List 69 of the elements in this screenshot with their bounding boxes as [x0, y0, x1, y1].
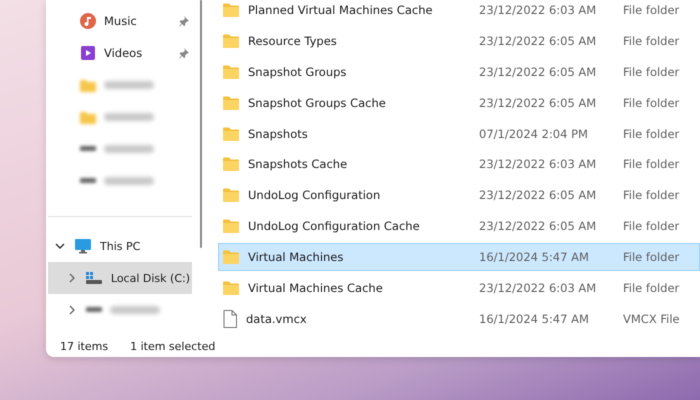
file-type: File folder: [623, 250, 680, 264]
blurred-text: [104, 145, 154, 153]
selected-row-highlight[interactable]: Local Disk (C:): [48, 262, 192, 294]
file-name[interactable]: Virtual Machines Cache: [248, 280, 383, 295]
folder-icon: [223, 219, 239, 234]
file-type: File folder: [623, 65, 680, 80]
folder-icon: [223, 34, 239, 48]
sidebar-item[interactable]: Videos: [104, 46, 170, 60]
date-modified: 23/12/2022 6:03 AM: [479, 280, 598, 295]
drive-icon: [86, 306, 102, 314]
folder-icon: [223, 157, 239, 172]
folder-icon: [223, 188, 239, 202]
item-count: 17 items: [60, 340, 108, 352]
date-modified: 07/1/2024 2:04 PM: [479, 126, 589, 141]
date-modified: 23/12/2022 6:05 AM: [479, 96, 598, 110]
folder-icon: [223, 65, 239, 80]
file-name[interactable]: Snapshot Groups Cache: [248, 96, 386, 110]
monitor-icon: [74, 238, 92, 254]
scrollbar-thumb[interactable]: [200, 0, 202, 248]
folder-icon: [223, 3, 239, 18]
date-modified: 16/1/2024 5:47 AM: [479, 250, 590, 264]
date-modified: 23/12/2022 6:05 AM: [479, 34, 598, 48]
file-name[interactable]: data.vmcx: [246, 312, 307, 326]
date-modified: 23/12/2022 6:05 AM: [479, 219, 598, 234]
file-name[interactable]: Resource Types: [248, 34, 337, 48]
tree-item[interactable]: This PC: [100, 240, 140, 252]
blurred-text: [104, 113, 154, 121]
drive-icon: [84, 271, 103, 285]
date-modified: 23/12/2022 6:03 AM: [479, 3, 598, 18]
chevron-down-icon[interactable]: [54, 242, 66, 250]
folder-icon: [223, 280, 239, 295]
file-name[interactable]: Snapshots Cache: [248, 157, 348, 172]
file-name[interactable]: Planned Virtual Machines Cache: [248, 3, 433, 18]
drive-icon: [80, 145, 96, 153]
file-name[interactable]: Snapshot Groups: [248, 65, 346, 80]
date-modified: 23/12/2022 6:05 AM: [479, 65, 598, 80]
folder-icon: [223, 96, 239, 110]
file-type: File folder: [623, 188, 680, 202]
folder-icon: [80, 110, 96, 124]
file-type: File folder: [623, 219, 680, 234]
folder-icon: [223, 126, 239, 141]
blurred-text: [104, 177, 154, 185]
film-play-icon: [80, 45, 96, 61]
blurred-text: [104, 81, 154, 89]
chevron-right-icon[interactable]: [68, 273, 77, 283]
date-modified: 23/12/2022 6:03 AM: [479, 157, 598, 172]
folder-icon: [80, 78, 96, 92]
file-name[interactable]: Snapshots: [248, 126, 308, 141]
music-note-icon: [80, 13, 96, 29]
file-name[interactable]: Virtual Machines: [248, 250, 344, 264]
date-modified: 16/1/2024 5:47 AM: [479, 312, 590, 326]
file-name[interactable]: UndoLog Configuration: [248, 188, 380, 202]
file-type: File folder: [623, 157, 680, 172]
file-type: File folder: [623, 280, 680, 295]
selection-count: 1 item selected: [130, 340, 216, 352]
document-icon: [223, 310, 237, 328]
file-type: File folder: [623, 3, 680, 18]
file-type: VMCX File: [623, 312, 680, 326]
file-name[interactable]: UndoLog Configuration Cache: [248, 219, 420, 234]
selected-row-highlight[interactable]: Virtual Machines 16/1/2024 5:47 AM File folder: [218, 242, 700, 272]
tree-item[interactable]: Local Disk (C:): [110, 272, 190, 284]
file-type: File folder: [623, 126, 680, 141]
blurred-text: [110, 306, 160, 314]
file-type: File folder: [623, 96, 680, 110]
file-type: File folder: [623, 34, 680, 48]
sidebar-item[interactable]: Music: [104, 14, 170, 28]
folder-icon: [223, 250, 239, 264]
date-modified: 23/12/2022 6:05 AM: [479, 188, 598, 202]
drive-icon: [80, 177, 96, 185]
